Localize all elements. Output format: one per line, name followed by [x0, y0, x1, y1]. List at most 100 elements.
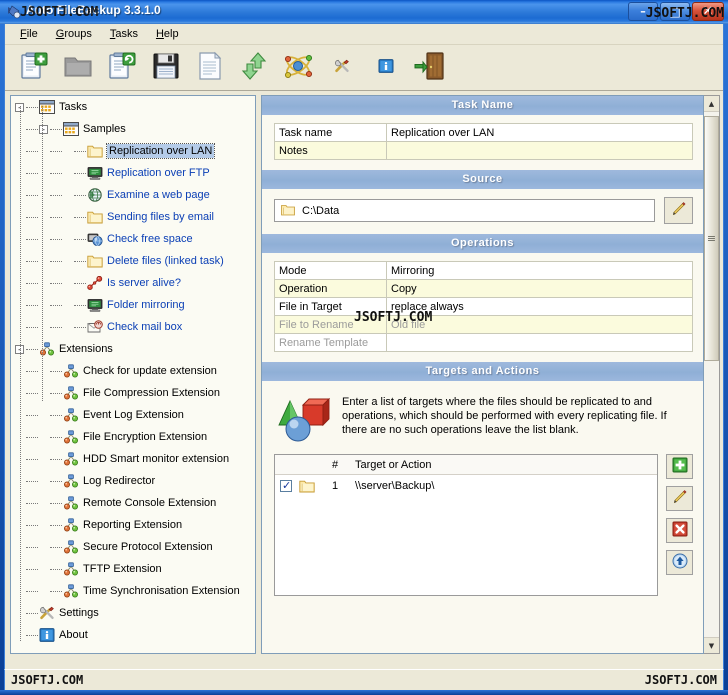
table-row[interactable]: Task name Replication over LAN: [274, 123, 693, 142]
tree-item-label: Sending files by email: [107, 211, 215, 223]
row-value[interactable]: [386, 141, 693, 160]
tree-item-examine-a-web-page[interactable]: Examine a web page: [11, 184, 255, 206]
tree-guide: [26, 326, 38, 328]
task-tree[interactable]: - Tasks - Samples Replication over LAN Replic…: [10, 95, 256, 654]
tree-item-is-server-alive[interactable]: Is server alive?: [11, 272, 255, 294]
menu-item-help[interactable]: Help: [147, 26, 188, 42]
table-row[interactable]: 1 \\server\Backup\: [275, 475, 657, 496]
tree-guide: [26, 348, 38, 350]
tree-item-file-encryption-extension[interactable]: File Encryption Extension: [11, 426, 255, 448]
status-bar: JSOFTJ.COM JSOFTJ.COM: [4, 669, 724, 690]
task-name-body: Task name Replication over LAN Notes: [262, 115, 703, 170]
add-target-button[interactable]: [666, 454, 693, 479]
tree-guide: [50, 150, 62, 152]
move-up-button[interactable]: [666, 550, 693, 575]
tree-item-label: Is server alive?: [107, 277, 181, 289]
tree-item-replication-over-ftp[interactable]: Replication over FTP: [11, 162, 255, 184]
source-path-field[interactable]: C:\Data: [274, 199, 655, 222]
row-value[interactable]: Old file: [386, 315, 693, 334]
menu-item-tasks[interactable]: Tasks: [101, 26, 147, 42]
document-log-icon: [194, 50, 226, 85]
tree-item-time-synchronisation-extension[interactable]: Time Synchronisation Extension: [11, 580, 255, 602]
blue-up-arrow-icon: [672, 553, 688, 572]
tree-item-check-free-space[interactable]: Check free space: [11, 228, 255, 250]
tree-item-remote-console-extension[interactable]: Remote Console Extension: [11, 492, 255, 514]
table-row[interactable]: Mode Mirroring: [274, 261, 693, 280]
row-value[interactable]: replace always: [386, 297, 693, 316]
tree-item-settings[interactable]: Settings: [11, 602, 255, 624]
exit-button[interactable]: [408, 48, 452, 88]
table-row[interactable]: File to Rename Old file: [274, 315, 693, 334]
scrollbar-track[interactable]: [704, 112, 719, 637]
table-row[interactable]: Rename Template: [274, 333, 693, 352]
tree-item-delete-files-linked-task[interactable]: Delete files (linked task): [11, 250, 255, 272]
scroll-down-button[interactable]: ▼: [704, 637, 719, 653]
tree-item-event-log-extension[interactable]: Event Log Extension: [11, 404, 255, 426]
row-icon-cell: [297, 479, 321, 493]
extensions-button[interactable]: [276, 48, 320, 88]
tree-guide: [50, 260, 62, 262]
row-value[interactable]: Mirroring: [386, 261, 693, 280]
tree-guide: [50, 568, 62, 570]
menu-item-file[interactable]: File: [11, 26, 47, 42]
tree-guide: [26, 502, 38, 504]
tree-item-file-compression-extension[interactable]: File Compression Extension: [11, 382, 255, 404]
open-task-button[interactable]: [56, 48, 100, 88]
tree-item-sending-files-by-email[interactable]: Sending files by email: [11, 206, 255, 228]
checkbox-checked[interactable]: [280, 479, 292, 492]
table-row[interactable]: Notes: [274, 141, 693, 160]
tree-toggle[interactable]: -: [39, 124, 48, 134]
tree-item-log-redirector[interactable]: Log Redirector: [11, 470, 255, 492]
menu-label: roups: [64, 28, 92, 40]
row-value[interactable]: [386, 333, 693, 352]
menu-accelerator: H: [155, 28, 164, 40]
tree-item-hdd-smart-monitor-extension[interactable]: HDD Smart monitor extension: [11, 448, 255, 470]
tree-item-extensions[interactable]: - Extensions: [11, 338, 255, 360]
menu-label: elp: [163, 28, 179, 40]
edit-target-button[interactable]: [666, 486, 693, 511]
tree-item-reporting-extension[interactable]: Reporting Extension: [11, 514, 255, 536]
save-button[interactable]: [144, 48, 188, 88]
tree-item-about[interactable]: About: [11, 624, 255, 646]
log-button[interactable]: [188, 48, 232, 88]
row-key: File in Target: [274, 297, 387, 316]
extension-node-icon: [63, 474, 79, 488]
tree-guide: [26, 392, 38, 394]
targets-list[interactable]: # Target or Action 1 \\server\Backup\: [274, 454, 658, 596]
menu-item-groups[interactable]: Groups: [47, 26, 101, 42]
tree-item-tftp-extension[interactable]: TFTP Extension: [11, 558, 255, 580]
tree-item-secure-protocol-extension[interactable]: Secure Protocol Extension: [11, 536, 255, 558]
table-row[interactable]: Operation Copy: [274, 279, 693, 298]
tree-item-label: Remote Console Extension: [83, 497, 217, 509]
main-split: - Tasks - Samples Replication over LAN Replic…: [5, 91, 723, 664]
column-number-header: #: [331, 458, 339, 471]
folder-icon: [87, 210, 103, 224]
delete-target-button[interactable]: [666, 518, 693, 543]
row-checkbox-cell[interactable]: [275, 479, 297, 492]
tree-item-replication-over-lan[interactable]: Replication over LAN: [11, 140, 255, 162]
detail-scrollbar[interactable]: ▲ ▼: [704, 95, 720, 654]
tree-item-check-mail-box[interactable]: Check mail box: [11, 316, 255, 338]
tree-guide: [50, 282, 62, 284]
browse-source-button[interactable]: [664, 197, 693, 224]
tree-guide: [26, 524, 38, 526]
tree-item-tasks[interactable]: - Tasks: [11, 96, 255, 118]
pencil-edit-icon: [671, 488, 689, 509]
tree-item-folder-mirroring[interactable]: Folder mirroring: [11, 294, 255, 316]
row-key: Rename Template: [274, 333, 387, 352]
tree-item-samples[interactable]: - Samples: [11, 118, 255, 140]
import-export-button[interactable]: [232, 48, 276, 88]
scrollbar-thumb[interactable]: [704, 116, 719, 361]
settings-button[interactable]: [320, 48, 364, 88]
row-value[interactable]: Copy: [386, 279, 693, 298]
scroll-up-button[interactable]: ▲: [704, 96, 719, 112]
tree-trunk-guide: [20, 106, 21, 641]
status-left-text: JSOFTJ.COM: [11, 673, 84, 687]
about-button[interactable]: [364, 48, 408, 88]
refresh-task-button[interactable]: [100, 48, 144, 88]
extension-node-icon: [63, 408, 79, 422]
tree-item-check-for-update-extension[interactable]: Check for update extension: [11, 360, 255, 382]
new-task-button[interactable]: [12, 48, 56, 88]
table-row[interactable]: File in Target replace always: [274, 297, 693, 316]
row-value[interactable]: Replication over LAN: [386, 123, 693, 142]
